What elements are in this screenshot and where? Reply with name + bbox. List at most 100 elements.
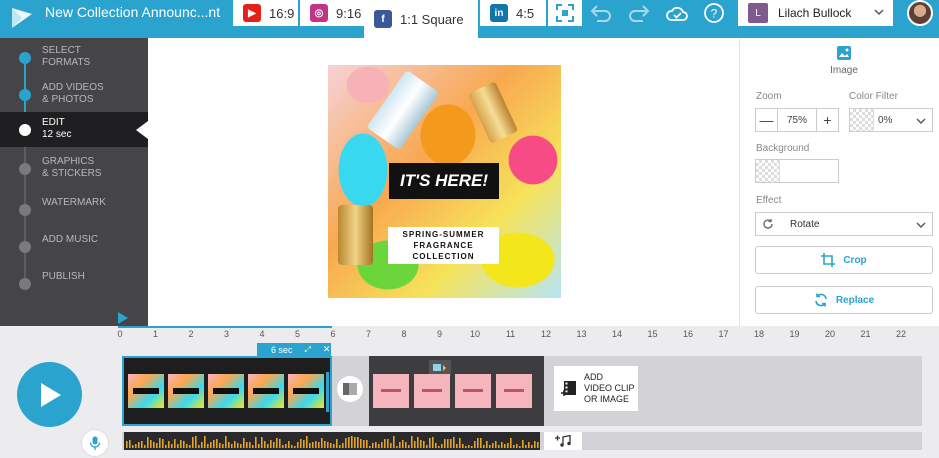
waveform-bar (405, 442, 407, 448)
waveform-bar (459, 438, 461, 448)
user-initial-avatar: L (748, 3, 768, 23)
fit-screen-button[interactable] (548, 0, 582, 26)
clip-thumbnail (373, 374, 409, 408)
ruler-tick: 4 (259, 329, 265, 339)
waveform-bar (189, 445, 191, 448)
waveform-bar (528, 442, 530, 448)
timeline-clip[interactable] (369, 356, 544, 426)
resize-icon[interactable]: ⤢ (305, 345, 311, 355)
replace-button[interactable]: Replace (755, 286, 933, 314)
active-step-notch (136, 121, 148, 139)
waveform-bar (162, 439, 164, 448)
waveform-bar (183, 441, 185, 448)
expand-icon (556, 4, 574, 22)
waveform-bar (198, 445, 200, 448)
ruler-tick: 18 (753, 329, 765, 339)
waveform-bar (264, 441, 266, 448)
tab-format-1-1-square[interactable]: f 1:1 Square (364, 0, 478, 38)
timeline-clip-selected[interactable] (122, 356, 332, 426)
waveform-bar (360, 439, 362, 448)
waveform-bar (465, 446, 467, 448)
waveform-bar (423, 441, 425, 448)
video-preview[interactable]: IT'S HERE! SPRING-SUMMER FRAGRANCE COLLE… (328, 65, 561, 298)
waveform-bar (195, 436, 197, 448)
playhead-marker[interactable] (118, 312, 128, 324)
zoom-in-button[interactable]: + (816, 109, 838, 131)
waveform-bar (417, 437, 419, 448)
step-add-videos-photos[interactable]: ADD VIDEOS & PHOTOS (0, 77, 148, 112)
ruler-tick: 9 (436, 329, 443, 339)
panel-section-title: Image (830, 65, 858, 76)
background-color-picker[interactable] (755, 159, 839, 183)
logo-icon[interactable] (8, 4, 36, 32)
color-filter-select[interactable]: 0% (849, 108, 933, 132)
tab-format-4-5[interactable]: in 4:5 (480, 0, 546, 26)
play-button[interactable] (17, 362, 82, 427)
waveform-bar (180, 440, 182, 448)
cloud-saved-icon[interactable] (664, 3, 690, 23)
tab-format-9-16[interactable]: ◎ 9:16 (300, 0, 364, 26)
ruler-tick: 10 (469, 329, 481, 339)
zoom-value[interactable]: 75% (778, 109, 816, 131)
waveform-bar (237, 443, 239, 448)
waveform-bar (510, 438, 512, 448)
step-label: ADD MUSIC (42, 234, 99, 245)
waveform-bar (342, 443, 344, 448)
clip-trim-handle[interactable] (326, 372, 329, 412)
avatar[interactable] (907, 0, 933, 26)
voiceover-mic-button[interactable] (82, 430, 108, 456)
waveform-bar (519, 446, 521, 448)
image-icon (837, 46, 851, 60)
clip-thumbnail (128, 374, 164, 408)
effect-select[interactable]: Rotate (755, 212, 933, 236)
step-label: ADD VIDEOS & PHOTOS (42, 82, 104, 105)
step-select-formats[interactable]: SELECT FORMATS (0, 40, 148, 75)
step-graphics-stickers[interactable]: GRAPHICS & STICKERS (0, 151, 148, 186)
clip-thumbnail (208, 374, 244, 408)
help-icon[interactable]: ? (702, 3, 728, 23)
step-publish[interactable]: PUBLISH (0, 266, 148, 301)
waveform-bar (129, 440, 131, 448)
zoom-label: Zoom (756, 91, 782, 102)
document-title[interactable]: New Collection Announc...nt (45, 4, 220, 20)
transition-button[interactable] (337, 376, 363, 402)
preview-headline[interactable]: IT'S HERE! (389, 163, 499, 199)
ruler-tick: 6 (330, 329, 336, 339)
tab-format-16-9[interactable]: ▶ 16:9 (233, 0, 298, 26)
ruler-tick: 16 (682, 329, 694, 339)
close-clip-icon[interactable]: ✕ (323, 344, 331, 355)
crop-button[interactable]: Crop (755, 246, 933, 274)
step-add-music[interactable]: ADD MUSIC (0, 229, 148, 264)
waveform-bar (432, 437, 434, 448)
svg-text:?: ? (711, 7, 718, 21)
waveform-bar (450, 439, 452, 448)
timeline-ruler[interactable]: 0 1 2 3 4 5 6 7 8 9 10 11 12 13 14 15 16 17 18 19 20 21 22 (117, 312, 939, 344)
ruler-played-progress (118, 326, 332, 328)
clip-thumbnail (248, 374, 284, 408)
linkedin-icon: in (490, 4, 508, 22)
waveform-bar (231, 444, 233, 448)
waveform-bar (150, 440, 152, 448)
audio-track[interactable] (122, 432, 922, 450)
preview-subline[interactable]: SPRING-SUMMER FRAGRANCE COLLECTION (388, 227, 499, 264)
undo-icon[interactable] (588, 3, 614, 23)
clip-thumbnail (168, 374, 204, 408)
waveform-bar (348, 437, 350, 448)
tab-label: 4:5 (516, 5, 535, 21)
ruler-tick: 17 (718, 329, 729, 339)
add-music-button[interactable] (544, 432, 582, 450)
transition-icon (343, 383, 357, 395)
redo-icon[interactable] (626, 3, 652, 23)
waveform-bar (468, 445, 470, 448)
color-filter-label: Color Filter (849, 91, 898, 102)
waveform-bar (501, 442, 503, 448)
step-dot (19, 204, 31, 216)
step-watermark[interactable]: WATERMARK (0, 192, 148, 227)
waveform-bar (312, 442, 314, 448)
user-menu[interactable]: L Lilach Bullock (738, 0, 893, 26)
waveform-bar (489, 445, 491, 448)
add-video-clip-button[interactable]: ADD VIDEO CLIP OR IMAGE (554, 366, 638, 411)
step-edit[interactable]: EDIT 12 sec (0, 112, 148, 147)
waveform-bar (132, 445, 134, 448)
zoom-out-button[interactable]: — (756, 109, 778, 131)
